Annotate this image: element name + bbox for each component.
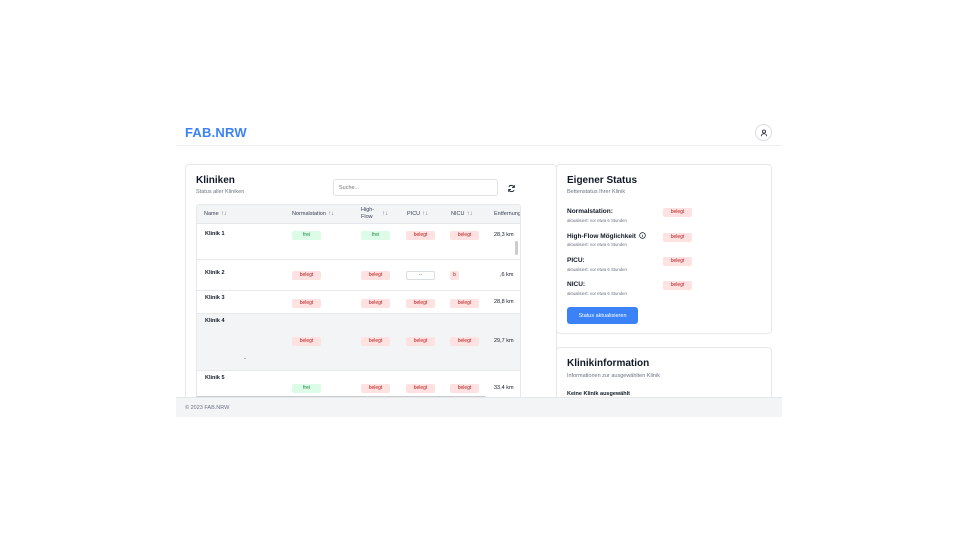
column-sort-highflow[interactable]: ↑↓ xyxy=(380,211,388,219)
status-subtitle: Bettenstatus Ihrer Klinik xyxy=(567,189,626,195)
status-badge: belegt xyxy=(406,384,435,393)
distance-value: 33,4 km xyxy=(494,385,514,391)
column-label: High-Flow xyxy=(361,207,375,221)
table-row[interactable]: Klinik 5 frei belegt belegt belegt 33,4 … xyxy=(197,371,520,398)
info-circle-icon[interactable] xyxy=(639,232,646,239)
status-updated: aktualisiert: vor etwa 6 Stunden xyxy=(567,267,627,272)
column-label: Entfernung xyxy=(494,211,521,217)
status-title: Eigener Status xyxy=(567,175,638,186)
status-badge: belegt xyxy=(450,384,479,393)
table-row[interactable]: Klinik 1 frei frei belegt belegt 28,3 km xyxy=(197,224,520,260)
column-header-name[interactable]: Name ↑↓ xyxy=(204,211,227,219)
klinik-name: Klinik 1 xyxy=(205,231,225,237)
status-label-highflow: High-Flow Möglichkeit xyxy=(567,232,646,240)
brand-logo[interactable]: FAB.NRW xyxy=(185,125,247,140)
status-badge: belegt xyxy=(450,231,479,240)
column-header-normal[interactable]: Normalstation ↑↓ xyxy=(292,211,334,219)
header: FAB.NRW xyxy=(176,116,782,146)
klinik-name: Klinik 3 xyxy=(205,295,225,301)
distance-value: 29,7 km xyxy=(494,338,514,344)
status-badge: belegt xyxy=(361,299,390,308)
klinik-name: Klinik 4 xyxy=(205,318,225,324)
status-badge: belegt xyxy=(406,337,435,346)
copyright: © 2023 FAB.NRW xyxy=(185,405,230,411)
user-icon xyxy=(760,129,767,136)
status-badge: belegt xyxy=(406,299,435,308)
column-label: Name xyxy=(204,211,219,217)
kliniken-card: Kliniken Status aller Kliniken Name↑↓ No… xyxy=(185,164,557,417)
update-status-button[interactable]: Status aktualisieren xyxy=(567,307,638,324)
column-header-distance[interactable]: Entfernung xyxy=(494,211,521,218)
row-note: - xyxy=(244,356,246,362)
search-input[interactable] xyxy=(333,179,498,196)
status-label-normal: Normalstation: xyxy=(567,208,613,215)
status-badge: frei xyxy=(292,384,321,393)
table-row[interactable]: Klinik 2 belegt belegt -- b ,6 km xyxy=(197,260,520,291)
status-label-nicu: NICU: xyxy=(567,281,586,288)
status-updated: aktualisiert: vor etwa 6 Stunden xyxy=(567,291,627,296)
status-updated: aktualisiert: vor etwa 6 Stunden xyxy=(567,218,627,223)
distance-value: ,6 km xyxy=(500,272,514,278)
status-badge: b xyxy=(450,271,459,280)
status-badge: belegt xyxy=(406,231,435,240)
status-badge: belegt xyxy=(361,384,390,393)
table-row[interactable]: Klinik 4 belegt belegt belegt belegt 29,… xyxy=(197,314,520,371)
status-badge: belegt xyxy=(292,271,321,280)
column-label: PICU xyxy=(407,211,421,217)
column-label: NICU xyxy=(451,211,465,217)
distance-value: 28,8 km xyxy=(494,299,514,305)
column-header-picu[interactable]: PICU ↑↓ xyxy=(407,211,428,219)
klinik-name: Klinik 5 xyxy=(205,375,225,381)
status-badge: belegt xyxy=(292,299,321,308)
kliniken-subtitle: Status aller Kliniken xyxy=(196,189,245,195)
table-row[interactable]: Klinik 3 belegt belegt belegt belegt 28,… xyxy=(197,291,520,314)
status-badge: frei xyxy=(292,231,321,240)
status-label-text: High-Flow Möglichkeit xyxy=(567,233,636,240)
kliniken-title: Kliniken xyxy=(196,175,235,186)
status-badge-unknown: -- xyxy=(406,271,435,280)
refresh-button[interactable] xyxy=(505,182,517,194)
klinik-name: Klinik 2 xyxy=(205,270,225,276)
sort-arrows-icon: ↑↓ xyxy=(466,211,473,217)
column-header-nicu[interactable]: NICU ↑↓ xyxy=(451,211,472,219)
status-badge: belegt xyxy=(361,337,390,346)
sort-arrows-icon: ↑↓ xyxy=(422,211,429,217)
status-updated: aktualisiert: vor etwa 6 Stunden xyxy=(567,242,627,247)
distance-value: 28,3 km xyxy=(494,232,514,238)
column-label: Normalstation xyxy=(292,211,326,217)
status-badge: belegt xyxy=(450,299,479,308)
klinikinfo-title: Klinikinformation xyxy=(567,358,650,369)
refresh-icon xyxy=(507,184,515,192)
status-card: Eigener Status Bettenstatus Ihrer Klinik… xyxy=(556,164,772,334)
sort-arrows-icon: ↑↓ xyxy=(220,211,227,217)
status-badge[interactable]: belegt xyxy=(663,257,692,266)
app-shell: FAB.NRW Kliniken Status aller Kliniken N… xyxy=(176,116,782,417)
user-menu-button[interactable] xyxy=(755,124,772,141)
status-badge[interactable]: belegt xyxy=(663,208,692,217)
status-label-picu: PICU: xyxy=(567,257,585,264)
sort-arrows-icon: ↑↓ xyxy=(327,211,334,217)
status-badge: frei xyxy=(361,231,390,240)
klinikinfo-subtitle: Informationen zur ausgewählten Klinik xyxy=(567,373,660,379)
table-header: Name ↑↓ Normalstation ↑↓ High-Flow ↑↓ PICU… xyxy=(197,205,521,224)
status-badge[interactable]: belegt xyxy=(663,281,692,290)
status-badge: belegt xyxy=(292,337,321,346)
vertical-scrollbar[interactable] xyxy=(515,241,518,255)
sort-arrows-icon: ↑↓ xyxy=(382,211,388,217)
status-badge[interactable]: belegt xyxy=(663,233,692,242)
kliniken-table: Name ↑↓ Normalstation ↑↓ High-Flow ↑↓ PICU… xyxy=(196,204,521,399)
status-badge: belegt xyxy=(450,337,479,346)
footer: © 2023 FAB.NRW xyxy=(176,397,782,417)
status-badge: belegt xyxy=(361,271,390,280)
